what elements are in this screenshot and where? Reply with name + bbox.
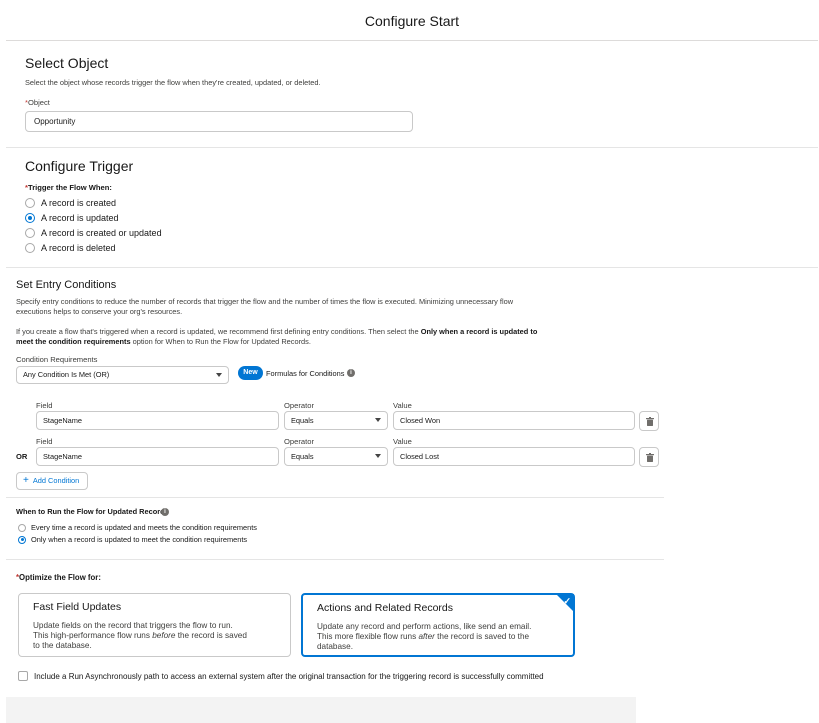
- trash-icon: [646, 453, 654, 462]
- run-async-checkbox[interactable]: [18, 671, 28, 681]
- hint-bold-text: Only when a record is updated to: [420, 327, 538, 336]
- trigger-option-label: A record is created or updated: [41, 228, 162, 238]
- run-option-only-when[interactable]: Only when a record is updated to meet th…: [18, 535, 247, 544]
- condition-requirements-value: Any Condition Is Met (OR): [23, 370, 110, 379]
- card-text: This more flexible flow runs: [317, 632, 419, 641]
- card-body-line: to the database.: [33, 641, 92, 650]
- entry-conditions-hint-line2: meet the condition requirements option f…: [16, 337, 311, 347]
- card-body-line: database.: [317, 642, 353, 651]
- run-option-label: Only when a record is updated to meet th…: [31, 535, 248, 544]
- trigger-option-label: A record is created: [41, 198, 117, 208]
- card-text: This high-performance flow runs: [33, 631, 153, 640]
- trigger-option-label: A record is deleted: [41, 243, 116, 253]
- radio-button[interactable]: [18, 523, 26, 532]
- run-async-label: Include a Run Asynchronously path to acc…: [34, 672, 544, 681]
- operator-label: Operator: [284, 437, 314, 446]
- card-text: the record is saved: [175, 631, 247, 640]
- trigger-label-text: Trigger the Flow When:: [27, 183, 112, 192]
- trigger-option-deleted[interactable]: A record is deleted: [25, 243, 116, 253]
- divider: [6, 147, 818, 148]
- radio-button[interactable]: [25, 228, 35, 238]
- trigger-option-created-or-updated[interactable]: A record is created or updated: [25, 228, 162, 238]
- or-connector: OR: [16, 452, 28, 461]
- card-emphasis: after: [418, 632, 435, 641]
- card-title: Fast Field Updates: [33, 601, 122, 613]
- hint-text: If you create a flow that's triggered wh…: [16, 327, 421, 336]
- operator-label: Operator: [284, 401, 314, 410]
- divider: [6, 497, 664, 498]
- card-body: Update fields on the record that trigger…: [33, 621, 282, 651]
- object-label: *Object: [25, 98, 50, 107]
- chevron-down-icon: [216, 373, 222, 377]
- card-body: Update any record and perform actions, l…: [317, 622, 565, 652]
- trigger-option-label: A record is updated: [41, 213, 119, 223]
- entry-conditions-desc-line2: executions helps to conserve your org's …: [16, 307, 183, 316]
- optimize-label: *Optimize the Flow for:: [16, 573, 101, 582]
- card-body-line: This high-performance flow runs before t…: [33, 631, 282, 641]
- entry-conditions-title: Set Entry Conditions: [16, 279, 117, 291]
- condition-operator-value: Equals: [291, 416, 314, 425]
- entry-conditions-hint-line1: If you create a flow that's triggered wh…: [16, 327, 537, 337]
- condition-requirements-label: Condition Requirements: [16, 355, 98, 364]
- object-input[interactable]: Opportunity: [25, 111, 413, 132]
- value-label: Value: [393, 437, 412, 446]
- radio-button[interactable]: [25, 198, 35, 208]
- entry-conditions-desc-line1: Specify entry conditions to reduce the n…: [16, 297, 514, 306]
- condition-operator-select[interactable]: Equals: [284, 447, 388, 466]
- condition-field-input[interactable]: StageName: [36, 447, 279, 466]
- delete-condition-button[interactable]: [639, 447, 659, 467]
- run-option-every-time[interactable]: Every time a record is updated and meets…: [18, 523, 257, 532]
- radio-button[interactable]: [25, 213, 35, 223]
- card-body-line: Update any record and perform actions, l…: [317, 622, 532, 631]
- modal-header: Configure Start: [6, 0, 818, 41]
- condition-operator-select[interactable]: Equals: [284, 411, 388, 430]
- new-badge: New: [238, 366, 263, 380]
- select-object-title: Select Object: [25, 55, 109, 71]
- value-label: Value: [393, 401, 412, 410]
- radio-button[interactable]: [25, 243, 35, 253]
- trigger-label: *Trigger the Flow When:: [25, 183, 112, 192]
- add-condition-label: Add Condition: [32, 476, 80, 485]
- add-icon: +: [23, 475, 29, 486]
- condition-requirements-select[interactable]: Any Condition Is Met (OR): [16, 366, 229, 384]
- trigger-option-updated[interactable]: A record is updated: [25, 213, 119, 223]
- card-body-line: Update fields on the record that trigger…: [33, 621, 233, 630]
- chevron-down-icon: [375, 418, 381, 422]
- field-label: Field: [36, 401, 53, 410]
- divider: [6, 267, 818, 268]
- radio-button[interactable]: [18, 535, 26, 544]
- add-condition-button[interactable]: + Add Condition: [16, 472, 89, 490]
- info-icon[interactable]: i: [347, 369, 355, 377]
- card-body-line: This more flexible flow runs after the r…: [317, 632, 565, 642]
- info-icon[interactable]: i: [161, 508, 169, 516]
- formulas-label: Formulas for Conditions: [266, 369, 345, 378]
- card-text: the record is saved to the: [434, 632, 530, 641]
- condition-value-input[interactable]: Closed Lost: [393, 447, 635, 466]
- field-label: Field: [36, 437, 53, 446]
- condition-field-input[interactable]: StageName: [36, 411, 279, 430]
- hint-text: option for When to Run the Flow for Upda…: [130, 337, 311, 346]
- trash-icon: [646, 417, 654, 426]
- condition-operator-value: Equals: [291, 452, 314, 461]
- modal-title: Configure Start: [364, 13, 460, 29]
- footer-panel: [6, 697, 636, 723]
- checkmark-icon: ✓: [563, 596, 571, 606]
- condition-value-input[interactable]: Closed Won: [393, 411, 635, 430]
- fast-field-updates-card[interactable]: Fast Field Updates Update fields on the …: [18, 593, 291, 657]
- when-to-run-title: When to Run the Flow for Updated Records: [16, 507, 169, 516]
- hint-bold-text: meet the condition requirements: [16, 337, 131, 346]
- configure-trigger-title: Configure Trigger: [25, 158, 134, 174]
- optimize-label-text: Optimize the Flow for:: [19, 573, 101, 582]
- object-label-text: Object: [27, 98, 50, 107]
- trigger-option-created[interactable]: A record is created: [25, 198, 116, 208]
- card-title: Actions and Related Records: [317, 602, 453, 614]
- card-emphasis: before: [152, 631, 176, 640]
- select-object-description: Select the object whose records trigger …: [25, 78, 321, 87]
- delete-condition-button[interactable]: [639, 411, 659, 431]
- chevron-down-icon: [375, 454, 381, 458]
- run-option-label: Every time a record is updated and meets…: [31, 523, 257, 532]
- divider: [6, 559, 664, 560]
- actions-related-records-card[interactable]: ✓ Actions and Related Records Update any…: [301, 593, 575, 657]
